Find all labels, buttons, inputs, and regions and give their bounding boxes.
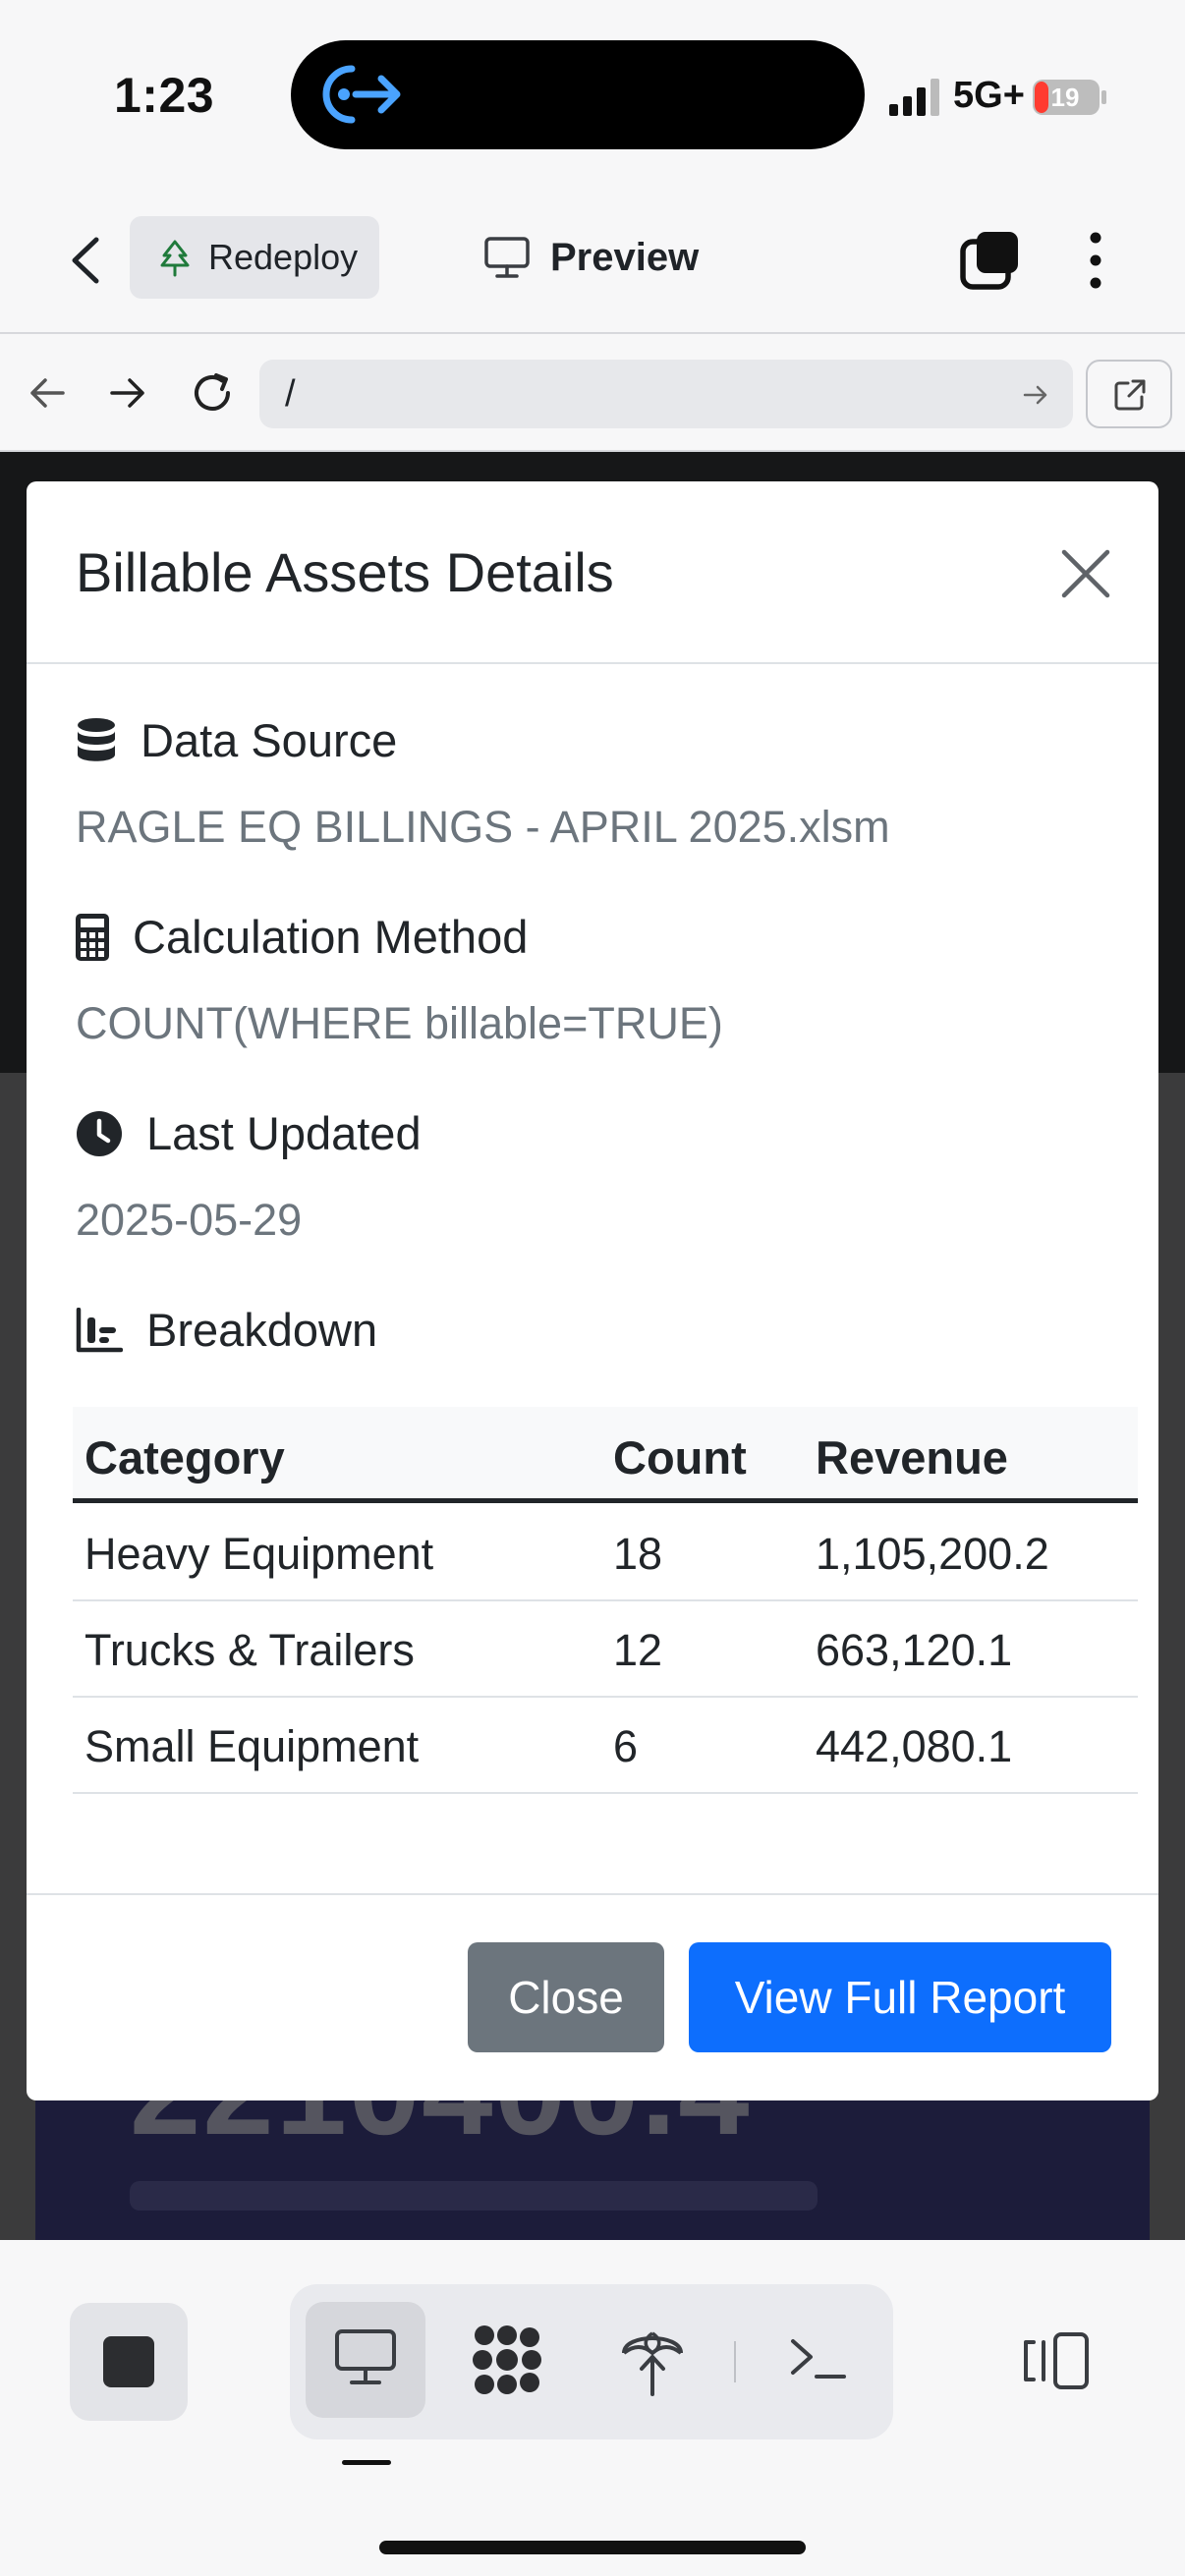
url-text[interactable]: / [285, 373, 296, 416]
open-external-button[interactable] [1086, 360, 1172, 428]
app-header: Redeploy Preview [0, 187, 1185, 334]
network-type: 5G+ [953, 75, 1025, 116]
table-cell-revenue: 1,105,200.2 [816, 1529, 1049, 1579]
redeploy-button[interactable]: Redeploy [130, 216, 379, 299]
preview-label: Preview [550, 235, 700, 279]
more-vertical-icon[interactable] [1081, 226, 1110, 295]
table-header-category: Category [85, 1431, 285, 1484]
table-cell-count: 6 [613, 1721, 639, 1771]
tool-group [290, 2284, 893, 2439]
modal-header: Billable Assets Details [27, 481, 1158, 664]
bottom-toolbar [0, 2240, 1185, 2576]
table-header-revenue: Revenue [816, 1431, 1008, 1484]
updated-label: Last Updated [146, 1107, 422, 1159]
close-button[interactable]: Close [468, 1942, 664, 2052]
updated-value: 2025-05-29 [76, 1195, 303, 1245]
url-bar[interactable]: / [259, 360, 1073, 428]
preview-tab[interactable]: Preview [483, 216, 699, 299]
monitor-icon [484, 237, 530, 278]
table-header-count: Count [613, 1431, 747, 1484]
windows-icon[interactable] [957, 226, 1026, 295]
table-row: Heavy Equipment 18 1,105,200.2 [73, 1505, 1138, 1601]
table-cell-category: Heavy Equipment [85, 1529, 434, 1579]
status-bar: 1:23 5G+ 19 [0, 0, 1185, 187]
table-header-row: Category Count Revenue [73, 1407, 1138, 1503]
cluster-icon[interactable] [469, 2322, 545, 2398]
desktop-tab[interactable] [306, 2302, 425, 2418]
panel-icon[interactable] [1020, 2330, 1091, 2391]
dynamic-island [291, 40, 865, 149]
reload-icon[interactable] [187, 367, 238, 419]
table-row: Small Equipment 6 442,080.1 [73, 1698, 1138, 1794]
home-indicator [379, 2541, 806, 2554]
chevron-left-icon[interactable] [57, 226, 116, 295]
view-full-report-button[interactable]: View Full Report [689, 1942, 1111, 2052]
data-source-value: RAGLE EQ BILLINGS - APRIL 2025.xlsm [76, 802, 890, 852]
breakdown-label: Breakdown [146, 1304, 378, 1356]
bar-chart-icon [76, 1307, 123, 1352]
calculation-label: Calculation Method [133, 911, 529, 963]
stop-icon [103, 2336, 154, 2387]
battery-level: 19 [1051, 83, 1080, 112]
table-row: Trucks & Trailers 12 663,120.1 [73, 1601, 1138, 1698]
exit-arrow-icon [322, 65, 401, 124]
toolbar-divider [734, 2341, 736, 2382]
arrow-right-icon[interactable] [104, 369, 151, 417]
deploy-icon[interactable] [620, 2320, 685, 2398]
redeploy-label: Redeploy [208, 237, 359, 277]
calculator-icon [76, 913, 109, 961]
table-cell-count: 12 [613, 1625, 663, 1675]
table-cell-revenue: 442,080.1 [816, 1721, 1013, 1771]
billable-assets-modal: Billable Assets Details Data Source RAGL… [27, 481, 1158, 2100]
desktop-icon [335, 2329, 396, 2384]
data-source-heading: Data Source [76, 713, 397, 767]
calculation-heading: Calculation Method [76, 910, 528, 964]
modal-title: Billable Assets Details [76, 541, 614, 603]
table-cell-count: 18 [613, 1529, 663, 1579]
table-cell-category: Trucks & Trailers [85, 1625, 415, 1675]
clock-icon [77, 1110, 122, 1156]
browser-bar: / [0, 334, 1185, 452]
data-source-label: Data Source [141, 714, 398, 766]
database-icon [78, 717, 115, 761]
signal-icon [889, 79, 939, 116]
external-link-icon [1114, 379, 1146, 411]
battery-icon: 19 [1033, 80, 1106, 115]
table-cell-category: Small Equipment [85, 1721, 420, 1771]
breakdown-heading: Breakdown [76, 1303, 377, 1357]
tree-icon [160, 240, 190, 277]
url-go-icon[interactable] [1020, 379, 1051, 411]
terminal-icon[interactable] [787, 2327, 848, 2388]
modal-footer: Close View Full Report [27, 1893, 1158, 2100]
status-time: 1:23 [114, 68, 215, 123]
table-cell-revenue: 663,120.1 [816, 1625, 1013, 1675]
updated-heading: Last Updated [76, 1106, 422, 1160]
close-icon[interactable] [1058, 546, 1113, 601]
stop-button[interactable] [70, 2303, 188, 2421]
arrow-left-icon[interactable] [24, 369, 71, 417]
calculation-value: COUNT(WHERE billable=TRUE) [76, 998, 723, 1048]
active-tab-indicator [342, 2460, 391, 2465]
kpi-caption-placeholder [130, 2181, 818, 2211]
